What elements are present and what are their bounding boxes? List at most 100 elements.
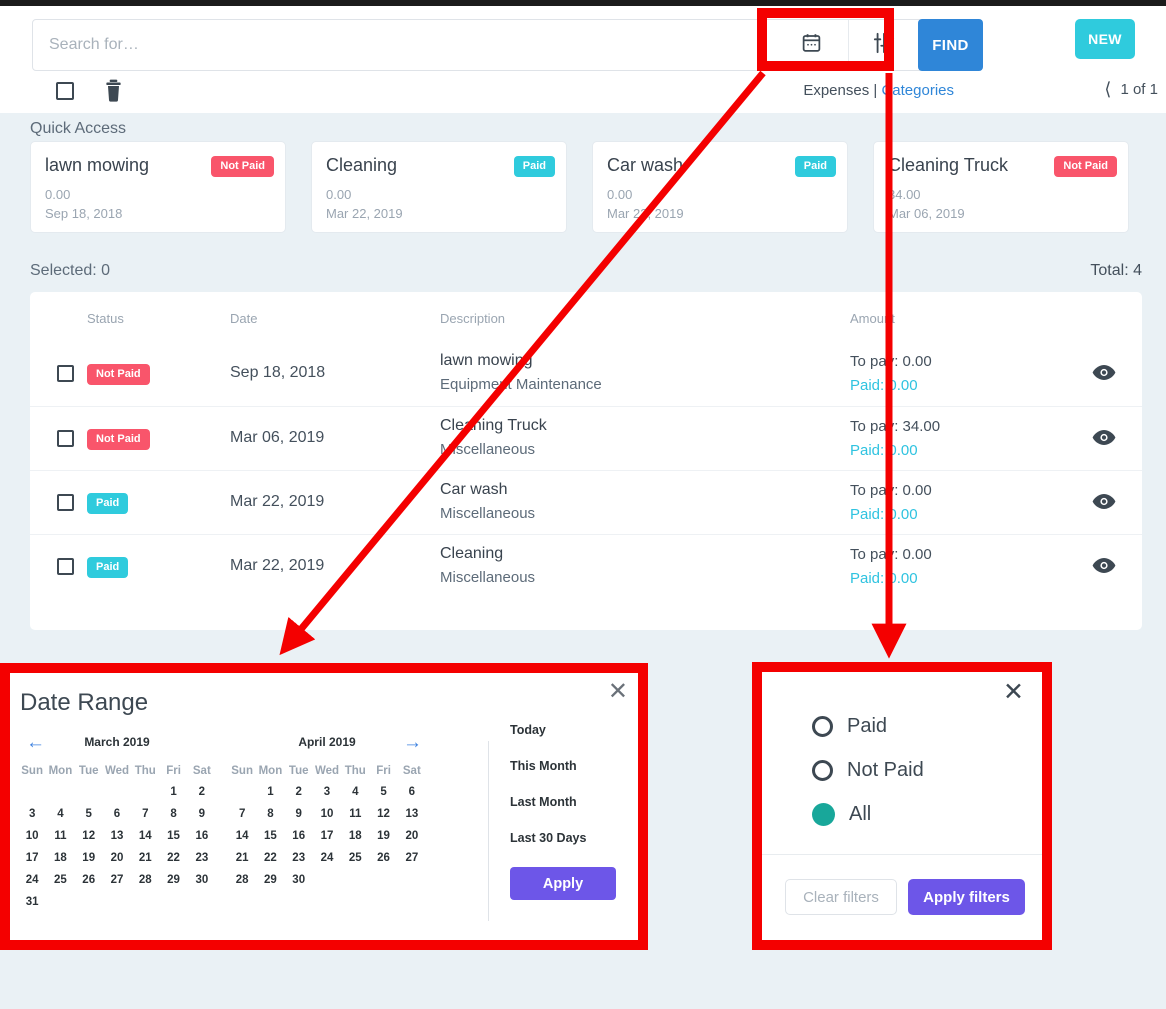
new-button[interactable]: NEW bbox=[1075, 19, 1135, 59]
quick-access-card[interactable]: lawn mowing Not Paid 0.00 Sep 18, 2018 bbox=[30, 141, 286, 233]
calendar-day-cell[interactable]: 26 bbox=[75, 871, 103, 889]
table-row[interactable]: Paid Mar 22, 2019 Car wash Miscellaneous To … bbox=[30, 470, 1142, 534]
calendar-day-cell[interactable]: 5 bbox=[369, 783, 397, 801]
calendar-day-cell[interactable]: 20 bbox=[398, 827, 426, 845]
quick-access-card[interactable]: Car wash Paid 0.00 Mar 22, 2019 bbox=[592, 141, 848, 233]
calendar-day-cell[interactable]: 12 bbox=[75, 827, 103, 845]
calendar-day-cell[interactable]: 19 bbox=[369, 827, 397, 845]
table-row[interactable]: Paid Mar 22, 2019 Cleaning Miscellaneous To … bbox=[30, 534, 1142, 598]
calendar-day-cell[interactable]: 23 bbox=[188, 849, 216, 867]
calendar-day-cell[interactable]: 14 bbox=[131, 827, 159, 845]
calendar-day-cell[interactable]: 11 bbox=[46, 827, 74, 845]
clear-filters-button[interactable]: Clear filters bbox=[785, 879, 897, 915]
calendar-day-cell[interactable]: 13 bbox=[103, 827, 131, 845]
radio-button-icon[interactable] bbox=[812, 803, 835, 826]
calendar-day-cell[interactable]: 28 bbox=[228, 871, 256, 889]
calendar-day-cell[interactable]: 14 bbox=[228, 827, 256, 845]
row-checkbox[interactable] bbox=[57, 558, 74, 575]
search-box[interactable] bbox=[32, 19, 862, 71]
calendar-day-cell[interactable]: 19 bbox=[75, 849, 103, 867]
radio-button-icon[interactable] bbox=[812, 716, 833, 737]
close-icon[interactable]: ✕ bbox=[1003, 680, 1024, 705]
calendar-day-cell[interactable]: 25 bbox=[46, 871, 74, 889]
calendar-day-cell[interactable]: 2 bbox=[188, 783, 216, 801]
calendar-day-cell[interactable]: 15 bbox=[159, 827, 187, 845]
calendar-day-cell[interactable]: 12 bbox=[369, 805, 397, 823]
select-all-checkbox[interactable] bbox=[56, 82, 74, 100]
calendar-day-cell[interactable]: 16 bbox=[285, 827, 313, 845]
filter-option[interactable]: Not Paid bbox=[812, 759, 924, 782]
calendar-day-cell[interactable]: 30 bbox=[285, 871, 313, 889]
calendar-day-cell[interactable]: 25 bbox=[341, 849, 369, 867]
calendar-day-cell[interactable]: 30 bbox=[188, 871, 216, 889]
calendar-day-cell[interactable]: 17 bbox=[18, 849, 46, 867]
calendar-day-cell[interactable]: 26 bbox=[369, 849, 397, 867]
calendar-day-cell[interactable]: 7 bbox=[228, 805, 256, 823]
table-row[interactable]: Not Paid Sep 18, 2018 lawn mowing Equipment… bbox=[30, 342, 1142, 406]
filter-option[interactable]: All bbox=[812, 803, 871, 826]
row-checkbox[interactable] bbox=[57, 494, 74, 511]
date-range-preset[interactable]: Last Month bbox=[510, 795, 630, 809]
calendar-day-cell[interactable]: 29 bbox=[256, 871, 284, 889]
calendar-day-cell[interactable]: 17 bbox=[313, 827, 341, 845]
calendar-day-cell[interactable]: 8 bbox=[256, 805, 284, 823]
date-range-preset[interactable]: Last 30 Days bbox=[510, 831, 630, 845]
row-checkbox[interactable] bbox=[57, 430, 74, 447]
calendar-day-cell[interactable]: 24 bbox=[18, 871, 46, 889]
calendar-day-cell[interactable]: 22 bbox=[159, 849, 187, 867]
calendar-day-cell[interactable]: 18 bbox=[341, 827, 369, 845]
calendar-day-cell[interactable]: 5 bbox=[75, 805, 103, 823]
calendar-day-cell[interactable]: 4 bbox=[46, 805, 74, 823]
calendar-day-cell[interactable]: 7 bbox=[131, 805, 159, 823]
calendar-day-cell[interactable]: 23 bbox=[285, 849, 313, 867]
calendar-day-cell[interactable]: 11 bbox=[341, 805, 369, 823]
calendar-day-cell[interactable]: 4 bbox=[341, 783, 369, 801]
table-row[interactable]: Not Paid Mar 06, 2019 Cleaning Truck Miscel… bbox=[30, 406, 1142, 470]
quick-access-card[interactable]: Cleaning Paid 0.00 Mar 22, 2019 bbox=[311, 141, 567, 233]
eye-icon[interactable] bbox=[1092, 429, 1116, 451]
find-button[interactable]: FIND bbox=[918, 19, 983, 71]
calendar-day-cell[interactable]: 13 bbox=[398, 805, 426, 823]
calendar-day-cell[interactable]: 29 bbox=[159, 871, 187, 889]
calendar-day-cell[interactable]: 18 bbox=[46, 849, 74, 867]
filter-icon-button[interactable] bbox=[847, 20, 919, 70]
calendar-day-cell[interactable]: 21 bbox=[131, 849, 159, 867]
eye-icon[interactable] bbox=[1092, 557, 1116, 579]
calendar-day-cell[interactable]: 6 bbox=[398, 783, 426, 801]
calendar-day-cell[interactable]: 31 bbox=[18, 893, 46, 911]
row-checkbox[interactable] bbox=[57, 365, 74, 382]
apply-filters-button[interactable]: Apply filters bbox=[908, 879, 1025, 915]
calendar-day-cell[interactable]: 6 bbox=[103, 805, 131, 823]
delete-button[interactable] bbox=[104, 79, 123, 107]
calendar-day-cell[interactable]: 27 bbox=[398, 849, 426, 867]
filter-option[interactable]: Paid bbox=[812, 715, 887, 738]
calendar-day-cell[interactable]: 16 bbox=[188, 827, 216, 845]
arrow-right-icon[interactable]: → bbox=[403, 733, 422, 752]
chevron-left-icon[interactable]: ⟨ bbox=[1104, 80, 1111, 98]
date-range-apply-button[interactable]: Apply bbox=[510, 867, 616, 900]
calendar-day-cell[interactable]: 22 bbox=[256, 849, 284, 867]
calendar-day-cell[interactable]: 15 bbox=[256, 827, 284, 845]
calendar-day-cell[interactable]: 9 bbox=[188, 805, 216, 823]
eye-icon[interactable] bbox=[1092, 493, 1116, 515]
calendar-day-cell[interactable]: 1 bbox=[256, 783, 284, 801]
calendar-day-cell[interactable]: 3 bbox=[18, 805, 46, 823]
calendar-day-cell[interactable]: 21 bbox=[228, 849, 256, 867]
calendar-day-cell[interactable]: 24 bbox=[313, 849, 341, 867]
calendar-day-cell[interactable]: 20 bbox=[103, 849, 131, 867]
breadcrumb-link-categories[interactable]: Categories bbox=[881, 82, 954, 99]
eye-icon[interactable] bbox=[1092, 364, 1116, 386]
arrow-left-icon[interactable]: ← bbox=[26, 733, 45, 752]
calendar-day-cell[interactable]: 10 bbox=[313, 805, 341, 823]
date-range-preset[interactable]: This Month bbox=[510, 759, 630, 773]
date-range-preset[interactable]: Today bbox=[510, 723, 630, 737]
calendar-day-cell[interactable]: 27 bbox=[103, 871, 131, 889]
calendar-icon-button[interactable] bbox=[776, 20, 848, 70]
calendar-day-cell[interactable]: 1 bbox=[159, 783, 187, 801]
calendar-day-cell[interactable]: 10 bbox=[18, 827, 46, 845]
radio-button-icon[interactable] bbox=[812, 760, 833, 781]
search-input[interactable] bbox=[49, 20, 861, 70]
quick-access-card[interactable]: Cleaning Truck Not Paid 34.00 Mar 06, 2019 bbox=[873, 141, 1129, 233]
calendar-day-cell[interactable]: 28 bbox=[131, 871, 159, 889]
calendar-day-cell[interactable]: 9 bbox=[285, 805, 313, 823]
